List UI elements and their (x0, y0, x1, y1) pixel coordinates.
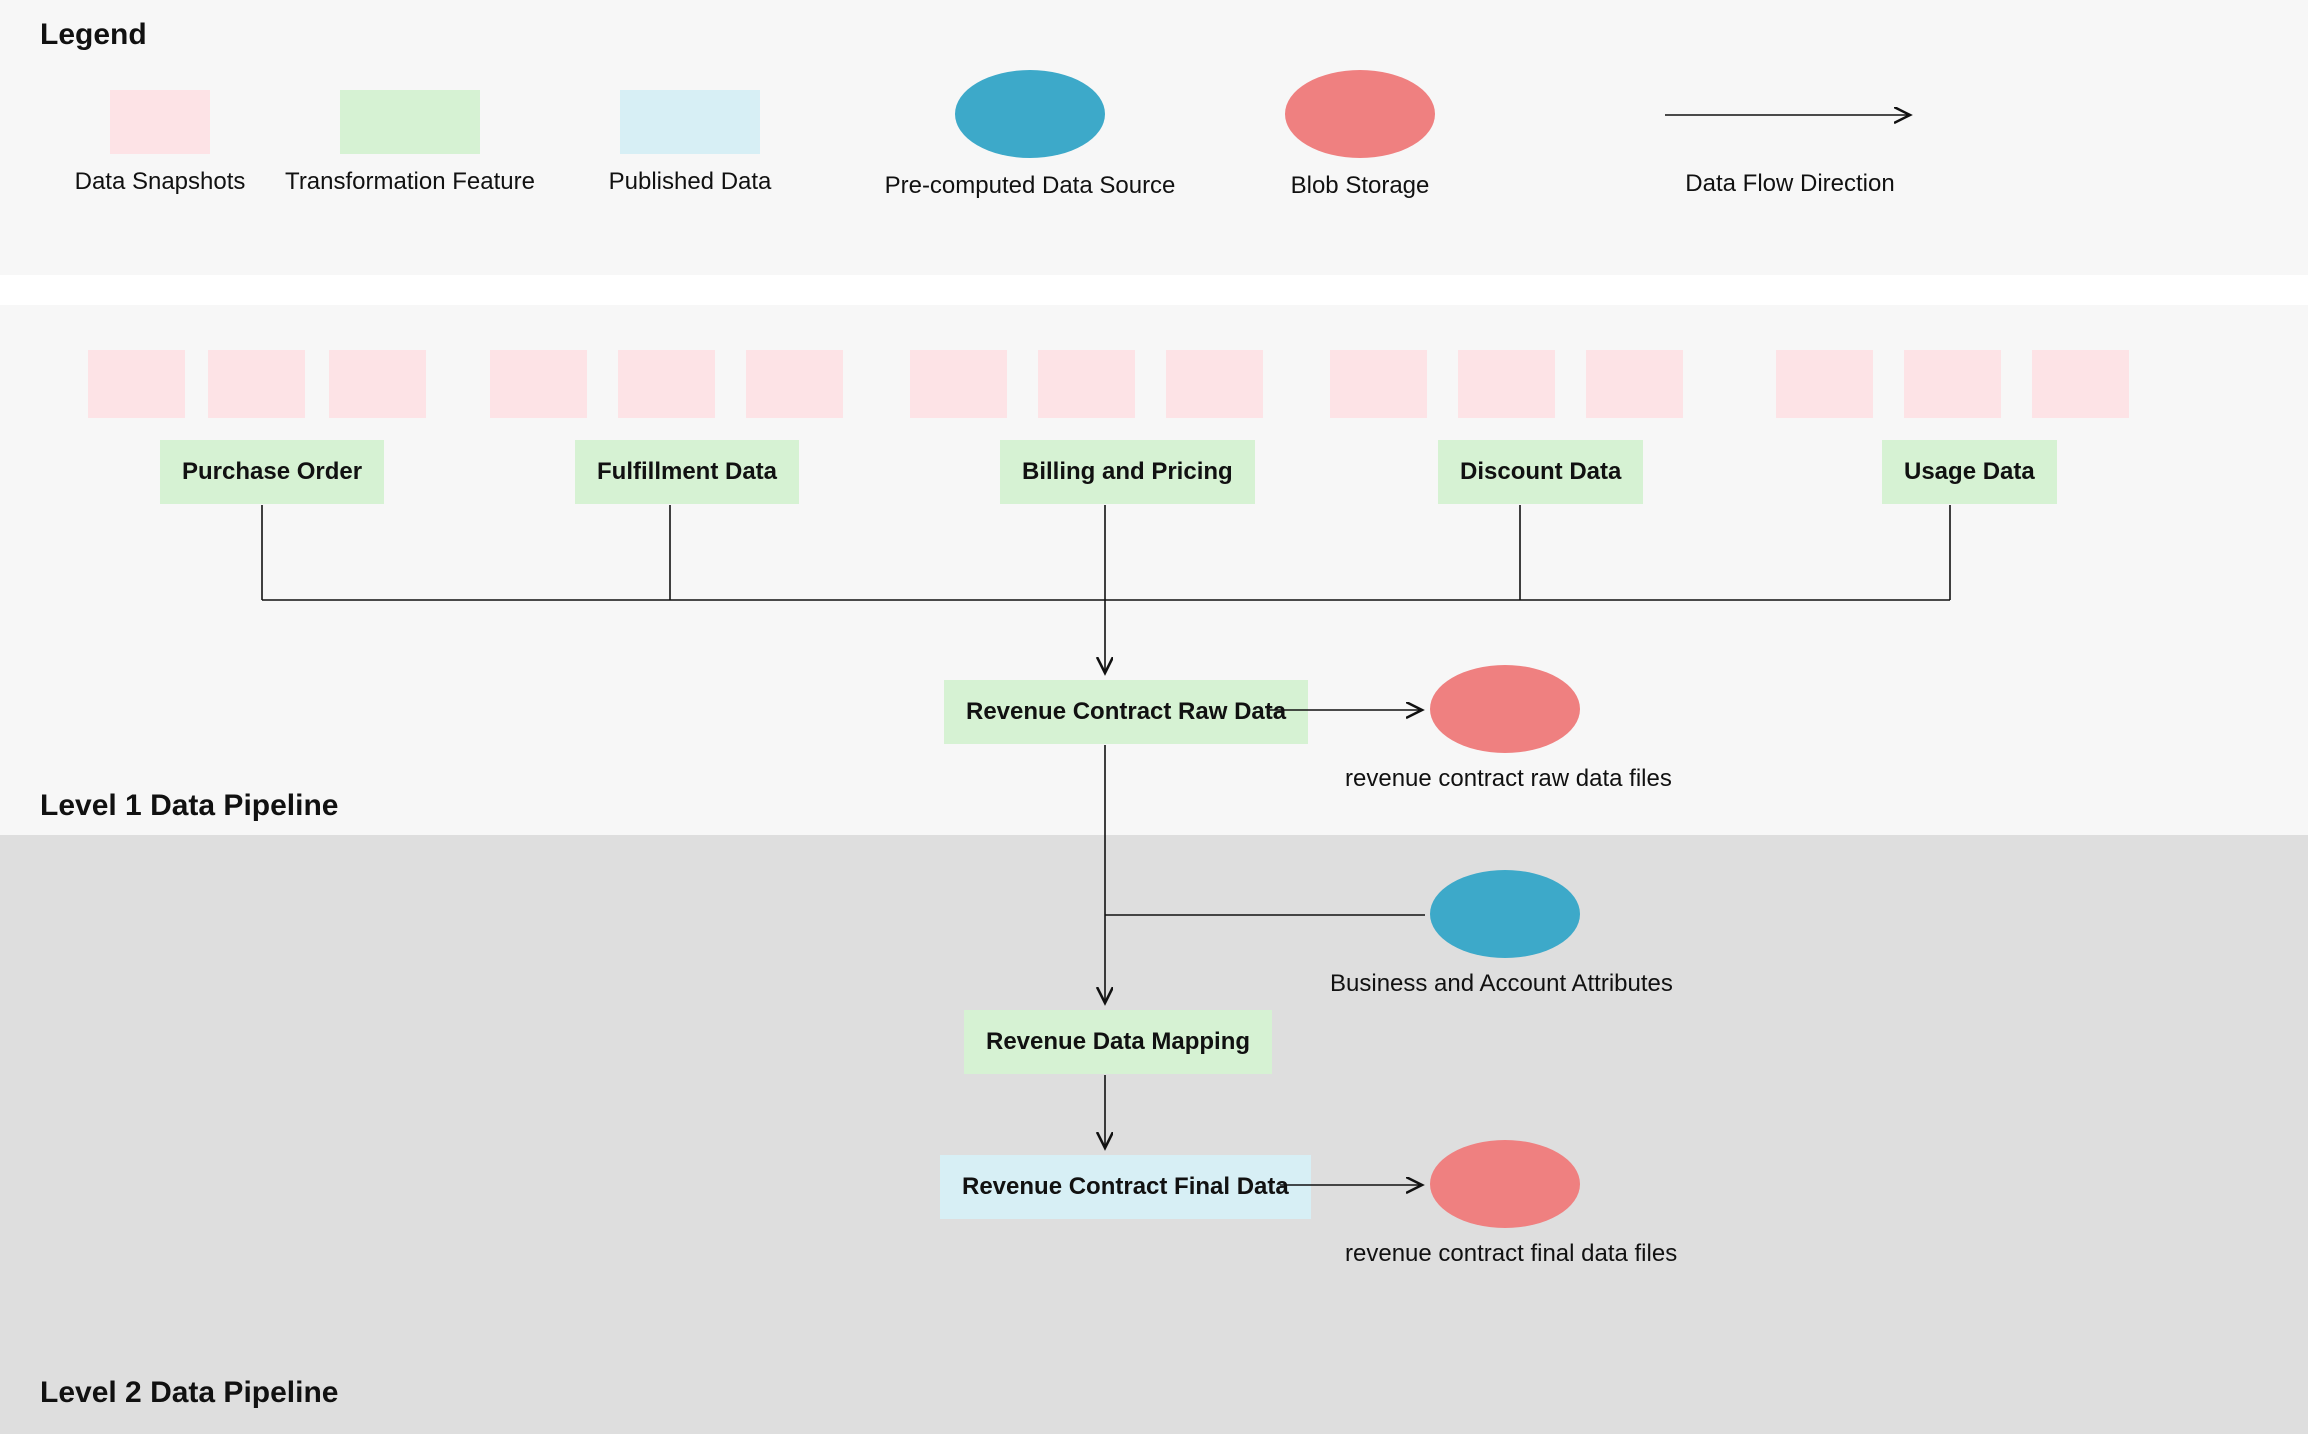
legend-swatch-pink (110, 90, 210, 154)
snapshot-box (2032, 350, 2129, 418)
level2-section: Business and Account Attributes Revenue … (0, 835, 2308, 1434)
legend-swatch-teal-ellipse (955, 70, 1105, 158)
snapshot-box (1166, 350, 1263, 418)
legend-swatch-coral-ellipse (1285, 70, 1435, 158)
feature-purchase-order: Purchase Order (160, 440, 384, 504)
blob-caption-level2: revenue contract final data files (1345, 1240, 1677, 1268)
feature-usage-data: Usage Data (1882, 440, 2057, 504)
snapshot-box (746, 350, 843, 418)
legend-title: Legend (40, 18, 147, 52)
published-revenue-final: Revenue Contract Final Data (940, 1155, 1311, 1219)
snapshot-box (618, 350, 715, 418)
feature-billing-pricing: Billing and Pricing (1000, 440, 1255, 504)
legend-label-flow: Data Flow Direction (1640, 170, 1940, 198)
legend-item-snapshots: Data Snapshots (60, 90, 260, 196)
snapshot-box (329, 350, 426, 418)
legend-item-precomputed: Pre-computed Data Source (860, 70, 1200, 200)
legend-swatch-green (340, 90, 480, 154)
legend-section: Legend Data Snapshots Transformation Fea… (0, 0, 2308, 275)
feature-revenue-raw: Revenue Contract Raw Data (944, 680, 1308, 744)
level2-connectors (0, 835, 2308, 1434)
legend-item-transformation: Transformation Feature (260, 90, 560, 196)
snapshot-box (490, 350, 587, 418)
precomputed-caption: Business and Account Attributes (1330, 970, 1673, 998)
snapshot-box (1776, 350, 1873, 418)
snapshot-box (910, 350, 1007, 418)
legend-label-published: Published Data (580, 168, 800, 196)
feature-revenue-mapping: Revenue Data Mapping (964, 1010, 1272, 1074)
arrow-right-icon (1660, 100, 1920, 130)
legend-label-snapshots: Data Snapshots (60, 168, 260, 196)
snapshot-box (1038, 350, 1135, 418)
snapshot-box (1458, 350, 1555, 418)
snapshot-box (1904, 350, 2001, 418)
precomputed-source-node (1430, 870, 1580, 958)
legend-label-precomputed: Pre-computed Data Source (860, 172, 1200, 200)
level2-title: Level 2 Data Pipeline (40, 1376, 338, 1410)
blob-storage-node-level2 (1430, 1140, 1580, 1228)
level1-section: Purchase Order Fulfillment Data Billing … (0, 305, 2308, 835)
level1-title: Level 1 Data Pipeline (40, 789, 338, 823)
feature-fulfillment-data: Fulfillment Data (575, 440, 799, 504)
legend-item-published: Published Data (580, 90, 800, 196)
legend-label-blob: Blob Storage (1240, 172, 1480, 200)
blob-caption-level1: revenue contract raw data files (1345, 765, 1672, 793)
snapshot-box (1586, 350, 1683, 418)
snapshot-box (1330, 350, 1427, 418)
legend-label-transformation: Transformation Feature (260, 168, 560, 196)
legend-item-flow: Data Flow Direction (1640, 70, 1940, 198)
blob-storage-node (1430, 665, 1580, 753)
legend-item-blob: Blob Storage (1240, 70, 1480, 200)
snapshot-box (88, 350, 185, 418)
feature-discount-data: Discount Data (1438, 440, 1643, 504)
section-gap (0, 275, 2308, 305)
legend-swatch-blue (620, 90, 760, 154)
snapshot-box (208, 350, 305, 418)
